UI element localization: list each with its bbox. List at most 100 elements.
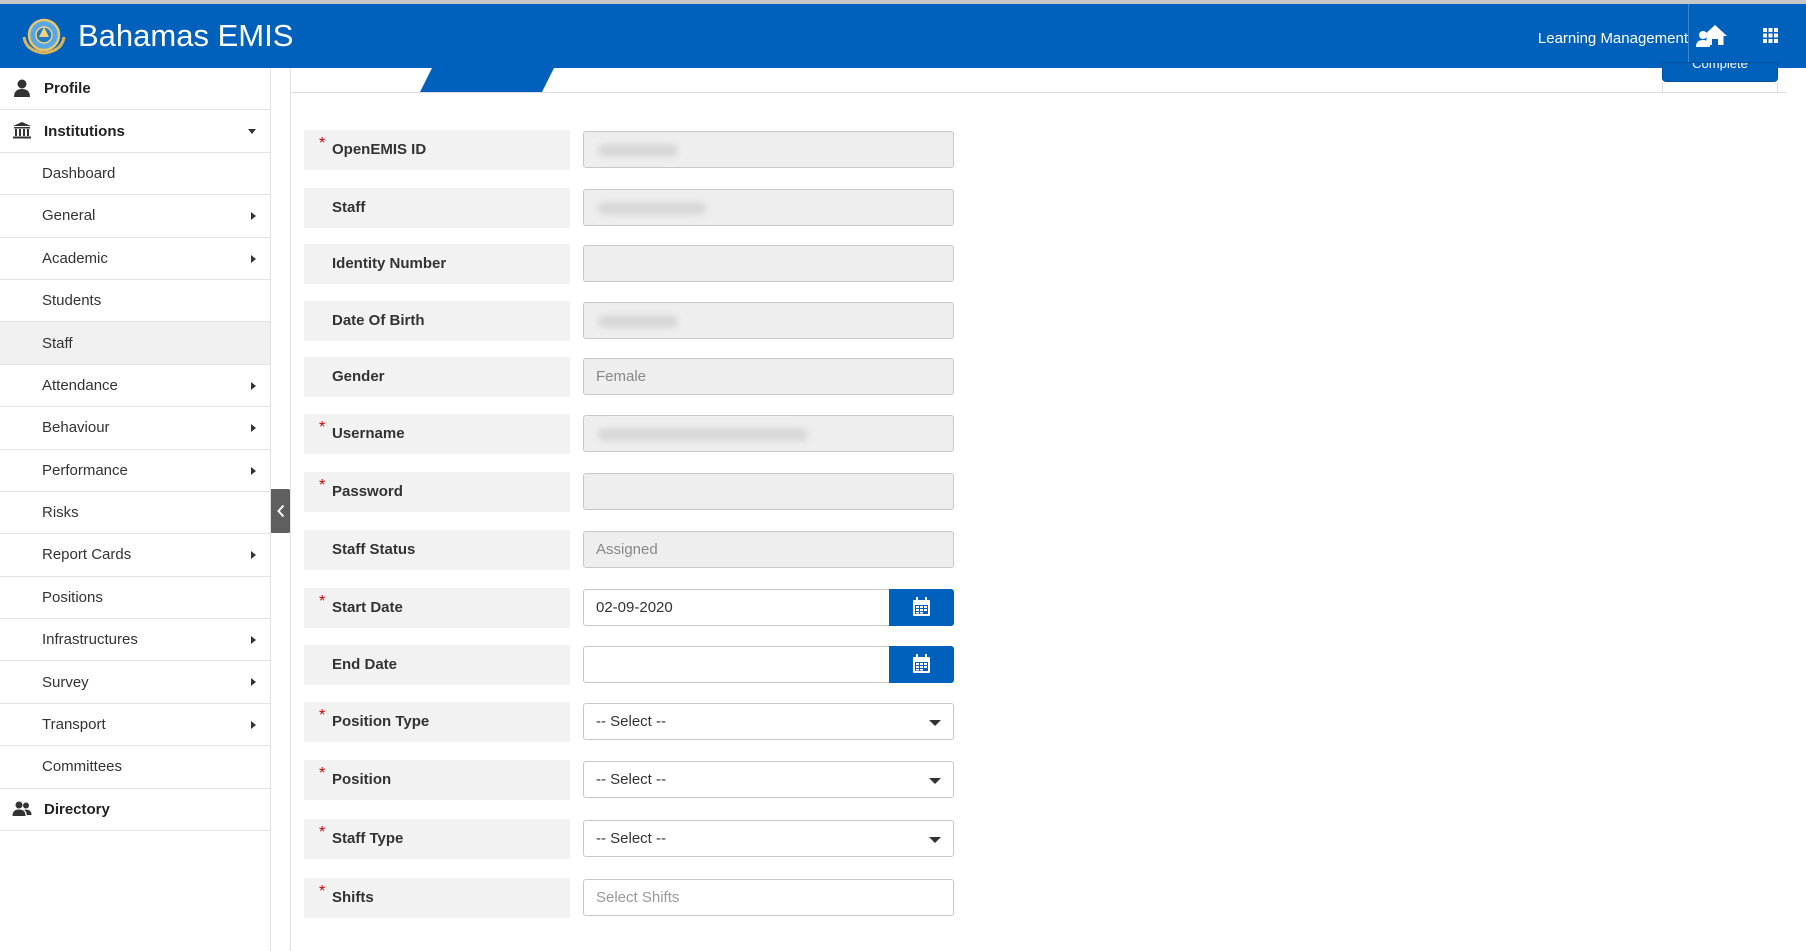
- start-date-input[interactable]: 02-09-2020: [583, 589, 890, 626]
- gender-label: Gender: [304, 357, 570, 397]
- identity-number-label-text: Identity Number: [332, 255, 447, 272]
- required-marker: *: [319, 824, 326, 841]
- toolbar-button-frame: [1662, 82, 1778, 92]
- form-row-staff-type: * Staff Type -- Select --: [304, 819, 954, 859]
- form-row-password: * Password: [304, 472, 954, 512]
- password-label: * Password: [304, 472, 570, 512]
- sidebar-item-transport[interactable]: Transport: [0, 704, 270, 747]
- chevron-down-icon: [929, 720, 941, 726]
- complete-button[interactable]: Complete: [1662, 62, 1778, 82]
- sidebar-item-risks[interactable]: Risks: [0, 492, 270, 535]
- sidebar-item-academic[interactable]: Academic: [0, 238, 270, 280]
- active-step-tab[interactable]: [420, 68, 554, 92]
- staff-status-field[interactable]: Assigned: [583, 531, 954, 568]
- staff-type-select[interactable]: -- Select --: [583, 820, 954, 857]
- openemis-id-field[interactable]: [583, 131, 954, 168]
- sidebar-item-students[interactable]: Students: [0, 280, 270, 323]
- start-date-calendar-button[interactable]: [889, 589, 954, 626]
- chevron-right-icon: [251, 466, 256, 475]
- sidebar-item-behaviour[interactable]: Behaviour: [0, 407, 270, 450]
- app-header: Bahamas EMIS Learning Management: [0, 4, 1806, 68]
- password-field[interactable]: [583, 473, 954, 510]
- staff-type-label: * Staff Type: [304, 819, 570, 859]
- required-marker: *: [319, 477, 326, 494]
- position-value: -- Select --: [596, 771, 667, 788]
- redacted-value: [598, 144, 678, 157]
- institution-icon: [13, 122, 31, 139]
- sidebar-item-label: Profile: [44, 80, 91, 98]
- chevron-down-icon: [929, 837, 941, 843]
- staff-status-label: Staff Status: [304, 530, 570, 570]
- staff-field[interactable]: [583, 189, 954, 226]
- sidebar-item-directory[interactable]: Directory: [0, 789, 270, 832]
- home-icon[interactable]: [1700, 20, 1730, 50]
- sidebar-item-performance[interactable]: Performance: [0, 450, 270, 492]
- position-select[interactable]: -- Select --: [583, 761, 954, 798]
- chevron-left-icon: [277, 504, 285, 518]
- sidebar-item-profile[interactable]: Profile: [0, 68, 270, 111]
- chevron-right-icon: [251, 254, 256, 263]
- staff-type-value: -- Select --: [596, 830, 667, 847]
- sidebar-item-label: Staff: [42, 334, 73, 352]
- required-marker: *: [319, 883, 326, 900]
- sidebar-item-positions[interactable]: Positions: [0, 577, 270, 620]
- end-date-calendar-button[interactable]: [889, 646, 954, 683]
- redacted-value: [598, 428, 808, 441]
- required-marker: *: [319, 419, 326, 436]
- end-date-input[interactable]: [583, 646, 890, 683]
- staff-label: Staff: [304, 188, 570, 228]
- form-row-position-type: * Position Type -- Select --: [304, 702, 954, 742]
- tab-bar: [291, 92, 1786, 93]
- shifts-label-text: Shifts: [332, 889, 374, 906]
- sidebar-item-label: Infrastructures: [42, 631, 138, 649]
- start-date-label: * Start Date: [304, 588, 570, 628]
- form-row-shifts: * Shifts Select Shifts: [304, 878, 954, 918]
- start-date-label-text: Start Date: [332, 599, 403, 616]
- redacted-value: [598, 202, 706, 215]
- chevron-down-icon: [929, 778, 941, 784]
- form-row-position: * Position -- Select --: [304, 760, 954, 800]
- calendar-icon: [913, 654, 930, 673]
- shifts-label: * Shifts: [304, 878, 570, 918]
- sidebar-item-label: Behaviour: [42, 419, 110, 437]
- shifts-multiselect[interactable]: Select Shifts: [583, 879, 954, 916]
- position-type-select[interactable]: -- Select --: [583, 703, 954, 740]
- required-marker: *: [319, 135, 326, 152]
- identity-number-field[interactable]: [583, 245, 954, 282]
- form-row-gender: Gender Female: [304, 357, 954, 397]
- gender-label-text: Gender: [332, 368, 385, 385]
- sidebar-item-label: Risks: [42, 504, 79, 522]
- header-divider: [1688, 4, 1689, 68]
- staff-label-text: Staff: [332, 199, 366, 216]
- sidebar-item-survey[interactable]: Survey: [0, 661, 270, 704]
- identity-number-label: Identity Number: [304, 244, 570, 284]
- sidebar-item-label: Report Cards: [42, 546, 132, 564]
- sidebar-item-report-cards[interactable]: Report Cards: [0, 534, 270, 577]
- sidebar-item-attendance[interactable]: Attendance: [0, 365, 270, 408]
- password-label-text: Password: [332, 483, 403, 500]
- emis-logo-icon: [22, 18, 66, 55]
- sidebar-collapse-toggle[interactable]: [271, 489, 291, 533]
- staff-type-label-text: Staff Type: [332, 830, 404, 847]
- date-of-birth-field[interactable]: [583, 302, 954, 339]
- apps-grid-icon[interactable]: [1755, 20, 1785, 50]
- username-field[interactable]: [583, 415, 954, 452]
- sidebar-item-label: Committees: [42, 758, 123, 776]
- user-menu-label[interactable]: Learning Management: [1538, 30, 1688, 47]
- sidebar-item-institutions[interactable]: Institutions: [0, 110, 270, 153]
- sidebar-item-label: Survey: [42, 673, 89, 691]
- sidebar-item-label: Attendance: [42, 376, 118, 394]
- sidebar-item-staff[interactable]: Staff: [0, 322, 270, 365]
- sidebar-item-infrastructures[interactable]: Infrastructures: [0, 619, 270, 662]
- chevron-right-icon: [251, 636, 256, 645]
- gender-field[interactable]: Female: [583, 358, 954, 395]
- redacted-value: [598, 315, 678, 328]
- end-date-label: End Date: [304, 645, 570, 685]
- sidebar: Profile Institutions Dashboard General A…: [0, 68, 271, 951]
- users-icon: [12, 801, 32, 816]
- staff-status-label-text: Staff Status: [332, 541, 416, 558]
- sidebar-item-general[interactable]: General: [0, 195, 270, 238]
- brand-title[interactable]: Bahamas EMIS: [78, 18, 293, 54]
- sidebar-item-dashboard[interactable]: Dashboard: [0, 153, 270, 196]
- sidebar-item-committees[interactable]: Committees: [0, 746, 270, 789]
